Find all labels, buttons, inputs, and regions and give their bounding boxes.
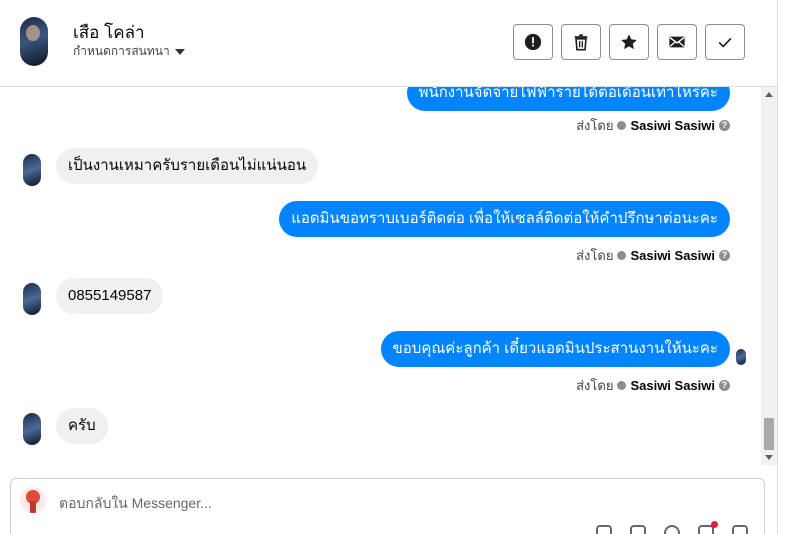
sender-name: Sasiwi Sasiwi: [630, 118, 715, 133]
incoming-message[interactable]: ครับ: [56, 408, 108, 444]
sent-by-prefix: ส่งโดย: [576, 248, 614, 263]
photo-icon[interactable]: [630, 525, 646, 534]
conversation-actions: [513, 24, 745, 60]
contact-avatar[interactable]: [20, 17, 48, 66]
alert-icon: [524, 33, 542, 51]
like-icon[interactable]: [698, 521, 718, 534]
reply-input[interactable]: [59, 493, 739, 513]
incoming-message[interactable]: เป็นงานเหมาครับรายเดือนไม่แน่นอน: [56, 148, 319, 184]
report-button[interactable]: [513, 24, 553, 60]
help-icon[interactable]: ?: [719, 120, 730, 131]
scroll-down-arrow-icon[interactable]: [765, 455, 773, 460]
scroll-up-arrow-icon[interactable]: [765, 92, 773, 97]
sender-name: Sasiwi Sasiwi: [630, 378, 715, 393]
conversation-header: เสือ โคล่า กำหนดการสนทนา: [0, 0, 777, 87]
more-icon[interactable]: [732, 525, 748, 534]
attach-icon[interactable]: [596, 525, 612, 534]
sender-name: Sasiwi Sasiwi: [630, 248, 715, 263]
verified-icon: [617, 381, 627, 390]
envelope-icon: [669, 36, 685, 48]
delete-button[interactable]: [561, 24, 601, 60]
scrollbar-thumb[interactable]: [764, 418, 774, 450]
contact-avatar-small[interactable]: [23, 154, 41, 186]
message-thread: พนักงานจัดจ่ายไฟฟ้ารายได้ต่อเดือนเท่าไหร…: [0, 87, 760, 465]
assign-conversation-label: กำหนดการสนทนา: [73, 44, 170, 58]
star-icon: [621, 34, 637, 50]
composer-toolbar: [596, 521, 748, 534]
verified-icon: [617, 121, 627, 130]
page-avatar: [20, 487, 46, 513]
mark-unread-button[interactable]: [657, 24, 697, 60]
sent-by-label: ส่งโดย Sasiwi Sasiwi ?: [576, 115, 730, 136]
outgoing-message[interactable]: แอดมินขอทราบเบอร์ติดต่อ เพื่อให้เซลล์ติด…: [279, 201, 730, 237]
emoji-icon[interactable]: [664, 525, 680, 534]
panel-divider: [777, 0, 778, 534]
done-button[interactable]: [705, 24, 745, 60]
help-icon[interactable]: ?: [719, 250, 730, 261]
contact-avatar-small[interactable]: [23, 413, 41, 445]
trash-icon: [574, 34, 588, 51]
read-receipt-avatar: [736, 349, 746, 365]
vertical-scrollbar[interactable]: [761, 87, 777, 465]
assign-conversation-dropdown[interactable]: กำหนดการสนทนา: [73, 42, 185, 61]
sent-by-prefix: ส่งโดย: [576, 118, 614, 133]
star-button[interactable]: [609, 24, 649, 60]
sent-by-prefix: ส่งโดย: [576, 378, 614, 393]
sent-by-label: ส่งโดย Sasiwi Sasiwi ?: [576, 375, 730, 396]
help-icon[interactable]: ?: [719, 380, 730, 391]
incoming-message[interactable]: 0855149587: [56, 278, 164, 314]
outgoing-message[interactable]: พนักงานจัดจ่ายไฟฟ้ารายได้ต่อเดือนเท่าไหร…: [406, 87, 730, 111]
caret-down-icon: [174, 48, 185, 55]
verified-icon: [617, 251, 627, 260]
check-icon: [718, 37, 732, 48]
contact-avatar-small[interactable]: [23, 283, 41, 315]
reply-composer: [10, 478, 765, 534]
outgoing-message[interactable]: ขอบคุณค่ะลูกค้า เดี๋ยวแอดมินประสานงานให้…: [380, 331, 730, 367]
sent-by-label: ส่งโดย Sasiwi Sasiwi ?: [576, 245, 730, 266]
